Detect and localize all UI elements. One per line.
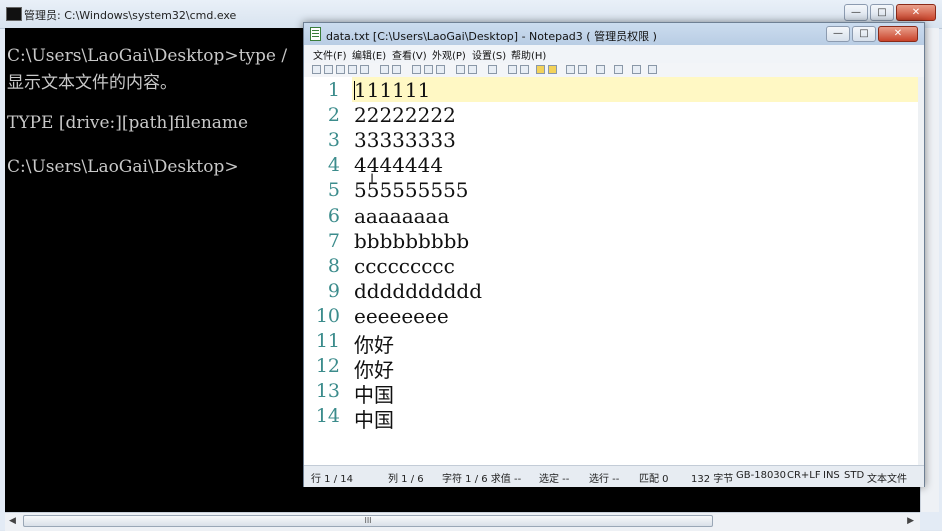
menu-settings[interactable]: 设置(S) [472,47,506,62]
status-selected-lines: 选行 -- [589,474,620,485]
close-button[interactable]: ✕ [896,4,936,21]
cut-icon[interactable] [412,65,421,74]
line-number: 8 [327,254,340,277]
minimize-button[interactable]: — [844,4,868,21]
new-file-icon[interactable] [312,65,321,74]
word-wrap-icon[interactable] [488,65,497,74]
status-ins[interactable]: INS [823,470,840,481]
editor-line-text: 4444444 [354,153,444,178]
menu-help[interactable]: 帮助(H) [511,47,546,62]
status-bytes: 132 字节 [691,474,734,485]
console-icon [6,7,22,21]
line-number: 6 [327,204,340,227]
find-icon[interactable] [456,65,465,74]
line-number: 14 [315,405,340,428]
line-number: 2 [327,104,340,127]
bookmark-icon[interactable] [536,65,545,74]
toolbar [304,63,924,78]
settings-icon[interactable] [648,65,657,74]
text-editor[interactable]: 1 111111 2 22222222 3 33333333 4 4444444 5 555555… [304,77,918,465]
minimize-button[interactable]: — [826,26,850,42]
zoom-out-icon[interactable] [578,65,587,74]
copy-icon[interactable] [424,65,433,74]
notepad-title: data.txt [C:\Users\LaoGai\Desktop] - Not… [326,30,657,43]
status-column: 列 1 / 6 [388,474,424,485]
pin-icon[interactable] [632,65,641,74]
save-as-icon[interactable] [348,65,357,74]
menu-file[interactable]: 文件(F) [313,47,347,62]
zoom-in-icon[interactable] [566,65,575,74]
status-std[interactable]: STD [844,470,864,481]
cmd-title: 管理员: C:\Windows\system32\cmd.exe [24,9,237,22]
maximize-button[interactable]: □ [852,26,876,42]
open-file-icon[interactable] [324,65,333,74]
text-cursor-icon: I [370,172,375,188]
menu-edit[interactable]: 编辑(E) [352,47,386,62]
editor-line-text: eeeeeeee [354,303,449,328]
horizontal-scrollbar[interactable]: ◀ III ▶ [5,512,920,531]
menu-appearance[interactable]: 外观(P) [432,47,466,62]
line-number: 10 [315,304,340,327]
status-eol[interactable]: CR+LF [787,470,821,481]
status-row: 行 1 / 14 [311,474,353,485]
schemes-icon[interactable] [596,65,605,74]
current-line-highlight [352,77,918,102]
status-encoding[interactable]: GB-18030 [736,470,786,481]
line-number: 12 [315,355,340,378]
undo-icon[interactable] [380,65,389,74]
notepad-icon [310,27,321,41]
console-line: TYPE [drive:][path]filename [7,113,249,133]
editor-line-text: 111111 [354,78,431,102]
notepad-titlebar[interactable]: data.txt [C:\Users\LaoGai\Desktop] - Not… [304,23,924,45]
scroll-thumb[interactable]: III [23,515,713,527]
favorites-icon[interactable] [548,65,557,74]
search-icon[interactable] [520,65,529,74]
line-number: 1 [327,79,340,101]
editor-line-text: aaaaaaaa [354,203,450,228]
editor-line-text: 中国 [354,408,394,433]
close-button[interactable]: ✕ [878,26,918,42]
line-number: 11 [315,330,340,352]
scroll-right-icon[interactable]: ▶ [907,516,914,526]
maximize-button[interactable]: □ [870,4,894,21]
console-line: 显示文本文件的内容。 [7,73,177,93]
reload-icon[interactable] [360,65,369,74]
status-selection: 选定 -- [539,474,570,485]
line-number: 3 [327,129,340,152]
status-char: 字符 1 / 6 求值 -- [442,474,522,485]
save-icon[interactable] [336,65,345,74]
editor-line-text: dddddddddd [354,278,483,303]
console-line: C:\Users\LaoGai\Desktop>type / [7,46,288,66]
editor-line-text: 33333333 [354,128,456,153]
status-file-type[interactable]: 文本文件 [867,470,907,485]
line-number: 7 [327,229,340,252]
line-number: 5 [327,179,340,202]
notepad3-window: data.txt [C:\Users\LaoGai\Desktop] - Not… [303,22,925,487]
goto-icon[interactable] [508,65,517,74]
editor-line-text: bbbbbbbbb [354,228,470,253]
status-bar: 行 1 / 14 列 1 / 6 字符 1 / 6 求值 -- 选定 -- 选行… [304,465,924,487]
paste-icon[interactable] [436,65,445,74]
line-number: 9 [327,279,340,302]
scroll-left-icon[interactable]: ◀ [9,516,16,526]
redo-icon[interactable] [392,65,401,74]
menu-bar: 文件(F) 编辑(E) 查看(V) 外观(P) 设置(S) 帮助(H) [304,45,924,63]
customize-icon[interactable] [614,65,623,74]
editor-line-text: 22222222 [354,103,456,128]
line-number: 13 [315,380,340,403]
line-number: 4 [327,154,340,177]
menu-view[interactable]: 查看(V) [392,47,427,62]
status-match: 匹配 0 [639,474,669,485]
console-prompt: C:\Users\LaoGai\Desktop> [7,157,239,177]
editor-line-text: ccccccccc [354,253,455,278]
text-caret [354,81,355,100]
replace-icon[interactable] [468,65,477,74]
editor-scrollbar[interactable] [918,77,924,465]
